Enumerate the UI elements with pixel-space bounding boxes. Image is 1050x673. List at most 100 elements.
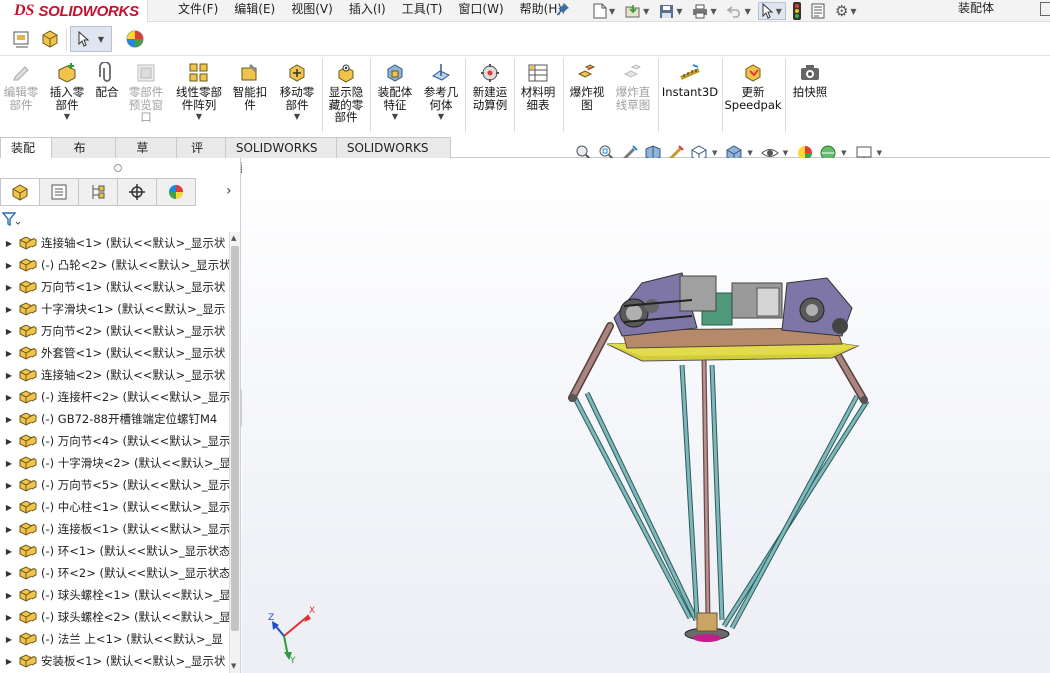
tab-evaluate[interactable]: 评估	[176, 137, 226, 175]
assembly-features-button[interactable]: 装配体 特征 ▼	[374, 62, 416, 121]
save-button[interactable]: ▼	[656, 2, 685, 20]
appearance-button[interactable]	[122, 26, 148, 52]
tree-row[interactable]: ▶ (-) 万向节<5> (默认<<默认>_显示	[0, 474, 229, 496]
scroll-down-icon[interactable]: ▼	[231, 662, 236, 670]
linear-pattern-button[interactable]: 线性零部 件阵列 ▼	[170, 62, 228, 121]
tab-assembly[interactable]: 装配体	[0, 137, 52, 175]
tree-row[interactable]: ▶ (-) 环<2> (默认<<默认>_显示状态	[0, 562, 229, 584]
expand-arrow-icon[interactable]: ▶	[0, 327, 18, 336]
expand-arrow-icon[interactable]: ▶	[0, 393, 18, 402]
featuremanager-tab[interactable]	[0, 178, 40, 206]
bill-of-materials-button[interactable]: 材料明 细表	[517, 62, 559, 111]
tree-row[interactable]: ▶ 万向节<2> (默认<<默认>_显示状	[0, 320, 229, 342]
filter-icon[interactable]	[1, 212, 21, 230]
expand-arrow-icon[interactable]: ▶	[0, 283, 18, 292]
tree-row[interactable]: ▶ (-) 环<1> (默认<<默认>_显示状态	[0, 540, 229, 562]
propertymanager-tab[interactable]	[39, 178, 79, 206]
expand-arrow-icon[interactable]: ▶	[0, 503, 18, 512]
insert-component-button[interactable]: 插入零 部件 ▼	[46, 62, 88, 121]
expand-arrow-icon[interactable]: ▶	[0, 261, 18, 270]
mate-button[interactable]: 配合	[92, 62, 122, 99]
configurationmanager-tab[interactable]	[78, 178, 118, 206]
expand-arrow-icon[interactable]: ▶	[0, 349, 18, 358]
select-button[interactable]: ▼	[757, 2, 786, 20]
delta-robot-model[interactable]	[242, 158, 1050, 673]
menu-window[interactable]: 窗口(W)	[450, 0, 511, 22]
options-button[interactable]: ⚙ ▼	[832, 2, 860, 20]
move-component-button[interactable]: 移动零 部件 ▼	[274, 62, 320, 121]
tree-row[interactable]: ▶ 连接轴<1> (默认<<默认>_显示状	[0, 232, 229, 254]
expand-arrow-icon[interactable]: ▶	[0, 525, 18, 534]
expand-arrow-icon[interactable]: ▶	[0, 635, 18, 644]
assembly-view-button[interactable]	[38, 26, 62, 52]
instant3d-button[interactable]: Instant3D	[662, 62, 718, 99]
print-button[interactable]: ▼	[689, 2, 719, 20]
chevron-down-icon[interactable]: ▼	[783, 149, 788, 157]
exploded-view-button[interactable]: 爆炸视 图	[566, 62, 608, 111]
tree-row[interactable]: ▶ 万向节<1> (默认<<默认>_显示状	[0, 276, 229, 298]
expand-arrow-icon[interactable]: ▶	[0, 371, 18, 380]
panel-grip-handle[interactable]	[114, 164, 122, 172]
chevron-down-icon[interactable]: ▼	[196, 112, 202, 121]
tree-row[interactable]: ▶ (-) 球头螺栓<2> (默认<<默认>_显	[0, 606, 229, 628]
expand-arrow-icon[interactable]: ▶	[0, 305, 18, 314]
rebuild-button[interactable]	[790, 2, 804, 20]
tab-sketch[interactable]: 草图	[115, 137, 178, 175]
smart-fasteners-button[interactable]: 智能扣 件	[230, 62, 270, 111]
tree-row[interactable]: ▶ 十字滑块<1> (默认<<默认>_显示	[0, 298, 229, 320]
menu-view[interactable]: 视图(V)	[283, 0, 341, 22]
chevron-down-icon[interactable]: ▼	[747, 149, 752, 157]
solidworks-logo[interactable]: DS SOLIDWORKS	[0, 0, 148, 22]
menu-tools[interactable]: 工具(T)	[394, 0, 451, 22]
tree-row[interactable]: ▶ (-) 中心柱<1> (默认<<默认>_显示	[0, 496, 229, 518]
tree-row[interactable]: ▶ (-) 连接杆<2> (默认<<默认>_显示	[0, 386, 229, 408]
show-hidden-components-button[interactable]: 显示隐 藏的零 部件	[325, 62, 367, 124]
tree-row[interactable]: ▶ 连接轴<2> (默认<<默认>_显示状	[0, 364, 229, 386]
take-snapshot-button[interactable]: 拍快照	[789, 62, 831, 99]
scrollbar-thumb[interactable]	[231, 246, 239, 631]
expand-arrow-icon[interactable]: ▶	[0, 591, 18, 600]
file-properties-button[interactable]	[808, 2, 828, 20]
tree-row[interactable]: ▶ (-) 连接板<1> (默认<<默认>_显示	[0, 518, 229, 540]
tree-row[interactable]: ▶ 外套管<1> (默认<<默认>_显示状	[0, 342, 229, 364]
expand-arrow-icon[interactable]: ▶	[0, 657, 18, 666]
new-motion-study-button[interactable]: 新建运 动算例	[469, 62, 511, 111]
chevron-down-icon[interactable]: ▼	[438, 112, 444, 121]
chevron-down-icon[interactable]: ▼	[392, 112, 398, 121]
expand-arrow-icon[interactable]: ▶	[0, 415, 18, 424]
expand-arrow-icon[interactable]: ▶	[0, 481, 18, 490]
chevron-down-icon[interactable]: ▼	[712, 149, 717, 157]
tree-row[interactable]: ▶ (-) 万向节<4> (默认<<默认>_显示	[0, 430, 229, 452]
displaymanager-tab[interactable]	[156, 178, 196, 206]
menu-edit[interactable]: 编辑(E)	[226, 0, 283, 22]
new-document-button[interactable]: ▼	[590, 2, 618, 20]
expand-arrow-icon[interactable]: ▶	[0, 437, 18, 446]
scroll-up-icon[interactable]: ▲	[231, 234, 236, 242]
tab-solidworks-mbd[interactable]: SOLIDWORKS MBD	[335, 137, 452, 175]
tree-row[interactable]: ▶ (-) 十字滑块<2> (默认<<默认>_显	[0, 452, 229, 474]
tree-row[interactable]: ▶ 安装板<1> (默认<<默认>_显示状	[0, 650, 229, 672]
pin-menu-icon[interactable]	[556, 2, 570, 16]
open-button[interactable]: ▼	[622, 2, 652, 20]
dimxpert-tab[interactable]	[117, 178, 157, 206]
tab-layout[interactable]: 布局	[50, 137, 117, 175]
undo-button[interactable]: ▼	[724, 2, 754, 20]
tree-row[interactable]: ▶ (-) 法兰 上<1> (默认<<默认>_显	[0, 628, 229, 650]
tree-row[interactable]: ▶ (-) 凸轮<2> (默认<<默认>_显示状	[0, 254, 229, 276]
expand-arrow-icon[interactable]: ▶	[0, 569, 18, 578]
expand-arrow-icon[interactable]: ▶	[0, 547, 18, 556]
menu-file[interactable]: 文件(F)	[170, 0, 226, 22]
select-tool-button[interactable]: ▼	[70, 26, 112, 52]
chevron-down-icon[interactable]: ▼	[841, 149, 846, 157]
expand-arrow-icon[interactable]: ▶	[0, 459, 18, 468]
edit-component-button[interactable]: 编辑零 部件	[2, 62, 40, 111]
menu-insert[interactable]: 插入(I)	[341, 0, 394, 22]
chevron-down-icon[interactable]: ▼	[294, 112, 300, 121]
graphics-area[interactable]	[242, 158, 1050, 673]
expand-arrow-icon[interactable]: ▶	[0, 239, 18, 248]
tree-row[interactable]: ▶ (-) 球头螺栓<1> (默认<<默认>_显	[0, 584, 229, 606]
expand-arrow-icon[interactable]: ▶	[0, 613, 18, 622]
component-preview-button[interactable]: 零部件 预览窗 口	[126, 62, 166, 124]
reference-geometry-button[interactable]: 参考几 何体 ▼	[420, 62, 462, 121]
tree-scrollbar[interactable]: ▲ ▼	[229, 232, 240, 673]
